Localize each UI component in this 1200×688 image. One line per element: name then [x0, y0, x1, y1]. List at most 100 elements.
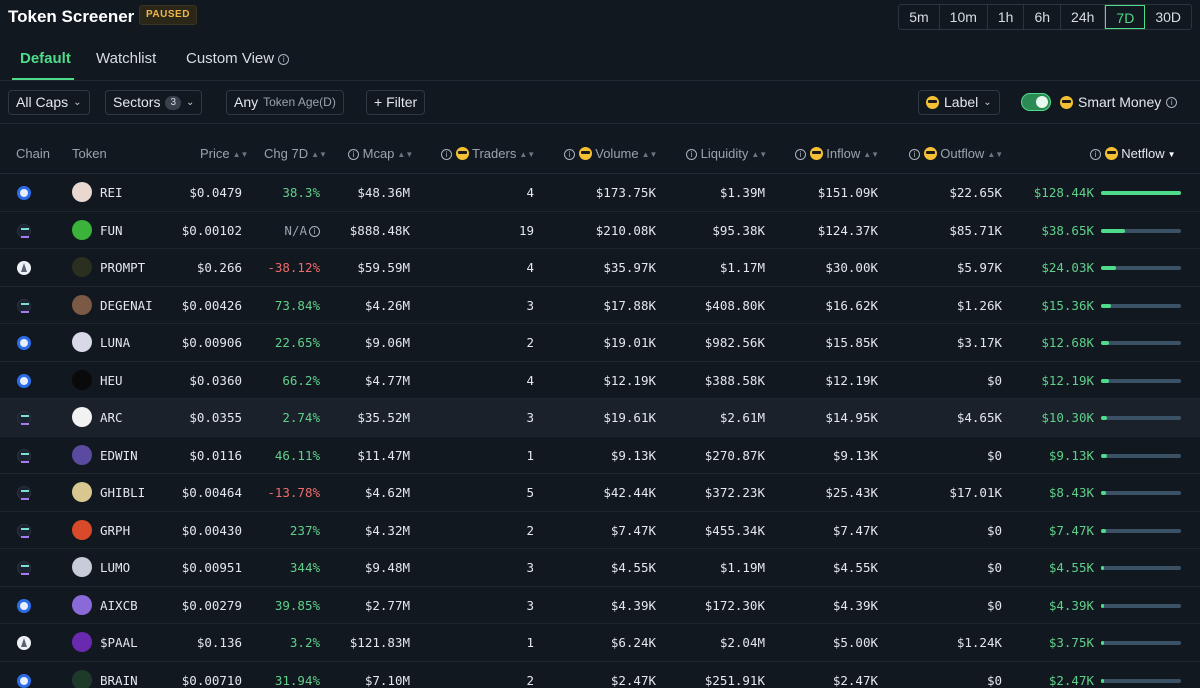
- cell-netflow-value: $10.30K: [1041, 410, 1094, 425]
- token-name[interactable]: FUN: [100, 223, 123, 238]
- cell-volume-value: $9.13K: [610, 447, 656, 463]
- token-name[interactable]: LUNA: [100, 335, 130, 350]
- netflow-bar: [1101, 266, 1181, 270]
- label-dropdown[interactable]: Label ⌄: [918, 90, 1000, 115]
- smart-money-label-group: Smart Money i: [1060, 94, 1178, 110]
- col-traders[interactable]: i Traders ▲▼: [441, 146, 535, 161]
- cell-traders: 3: [526, 598, 534, 613]
- token-name[interactable]: LUMO: [100, 560, 130, 575]
- cell-traders: 3: [526, 560, 534, 575]
- smart-money-label: Smart Money: [1078, 94, 1162, 110]
- tab-custom-view[interactable]: Custom View i: [186, 50, 290, 67]
- table-row[interactable]: GHIBLI $0.00464 -13.78% $4.62M 5 $42.44K $372.…: [0, 474, 1200, 512]
- col-netflow[interactable]: i Netflow ▼: [1090, 146, 1176, 161]
- token-name[interactable]: GHIBLI: [100, 485, 145, 500]
- table-row[interactable]: FUN $0.00102 N/A i $888.48K 19 $210.08K $95.38K…: [0, 212, 1200, 249]
- table-row[interactable]: HEU $0.0360 66.2% $4.77M 4 $12.19K $388.58K $12…: [0, 362, 1200, 399]
- info-icon[interactable]: i: [1166, 96, 1178, 108]
- token-logo-icon: [72, 632, 92, 652]
- netflow-bar-fill: [1101, 491, 1107, 495]
- tab-watchlist[interactable]: Watchlist: [96, 50, 156, 67]
- table-header: Chain Token Price ▲▼ Chg 7D ▲▼ i Mcap ▲▼ i …: [0, 124, 1200, 174]
- info-icon[interactable]: i: [309, 225, 320, 237]
- cell-chg: -38.12%: [267, 260, 320, 275]
- table-row[interactable]: LUNA $0.00906 22.65% $9.06M 2 $19.01K $982.56K…: [0, 324, 1200, 362]
- cell-chg-value: 237%: [289, 522, 320, 538]
- col-inflow[interactable]: i Inflow ▲▼: [795, 146, 879, 161]
- sort-icon: ▲▼: [751, 150, 768, 159]
- col-price[interactable]: Price ▲▼: [200, 146, 248, 161]
- cell-outflow: $1.26K: [957, 298, 1002, 313]
- cell-traders: 4: [526, 373, 534, 388]
- col-volume[interactable]: i Volume ▲▼: [564, 146, 657, 161]
- table-row[interactable]: PROMPT $0.266 -38.12% $59.59M 4 $35.97K $1.17M…: [0, 249, 1200, 287]
- cell-traders: 19: [519, 223, 534, 238]
- info-icon[interactable]: i: [686, 149, 697, 160]
- table-row[interactable]: REI $0.0479 38.3% $48.36M 4 $173.75K $1.39M $15…: [0, 174, 1200, 212]
- col-chg[interactable]: Chg 7D ▲▼: [264, 146, 327, 161]
- caps-dropdown[interactable]: All Caps ⌄: [8, 90, 90, 115]
- table-row[interactable]: GRPH $0.00430 237% $4.32M 2 $7.47K $455.34K $7.…: [0, 512, 1200, 549]
- cell-traders-value: 3: [526, 560, 534, 575]
- token-name[interactable]: PROMPT: [100, 260, 145, 275]
- timeframe-5m[interactable]: 5m: [899, 5, 940, 29]
- cell-traders: 4: [526, 185, 534, 200]
- token-name[interactable]: DEGENAI: [100, 298, 153, 313]
- token-name[interactable]: REI: [100, 185, 123, 200]
- info-icon[interactable]: i: [564, 149, 575, 160]
- timeframe-6h[interactable]: 6h: [1024, 5, 1062, 29]
- cell-price: $0.0116: [189, 448, 242, 463]
- cell-inflow: $9.13K: [833, 448, 878, 463]
- cell-traders-value: 2: [526, 335, 534, 350]
- table-row[interactable]: LUMO $0.00951 344% $9.48M 3 $4.55K $1.19M $4.55…: [0, 549, 1200, 587]
- base-chain-icon: [17, 673, 31, 688]
- table-row[interactable]: ARC $0.0355 2.74% $35.52M 3 $19.61K $2.61M $14.…: [0, 399, 1200, 437]
- token-name[interactable]: ARC: [100, 410, 123, 425]
- token-age-filter[interactable]: Any Token Age(D): [226, 90, 344, 115]
- sunglasses-icon: [1060, 95, 1073, 109]
- sort-icon: ▲▼: [519, 150, 536, 159]
- sort-icon: ▲▼: [232, 150, 249, 159]
- col-chain: Chain: [16, 146, 50, 161]
- token-name[interactable]: AIXCB: [100, 598, 138, 613]
- sectors-dropdown[interactable]: Sectors 3 ⌄: [105, 90, 203, 115]
- cell-inflow-value: $124.37K: [817, 222, 878, 238]
- token-name[interactable]: EDWIN: [100, 448, 138, 463]
- add-filter-button[interactable]: + Filter: [366, 90, 426, 115]
- token-name[interactable]: HEU: [100, 373, 123, 388]
- col-outflow-label: Outflow: [940, 146, 985, 161]
- token-name[interactable]: GRPH: [100, 523, 130, 538]
- cell-chg-value: N/A: [284, 222, 307, 238]
- info-icon[interactable]: i: [441, 149, 452, 160]
- timeframe-10m[interactable]: 10m: [940, 5, 988, 29]
- solana-chain-icon: [17, 561, 31, 575]
- table-row[interactable]: BRAIN $0.00710 31.94% $7.10M 2 $2.47K $251.91K…: [0, 662, 1200, 688]
- info-icon[interactable]: i: [909, 149, 920, 160]
- col-liquidity[interactable]: i Liquidity ▲▼: [686, 146, 767, 161]
- col-mcap[interactable]: i Mcap ▲▼: [348, 146, 413, 161]
- table-row[interactable]: EDWIN $0.0116 46.11% $11.47M 1 $9.13K $270.87K…: [0, 437, 1200, 474]
- timeframe-24h[interactable]: 24h: [1061, 5, 1106, 29]
- active-tab-indicator: [12, 78, 74, 80]
- cell-chg: 2.74%: [282, 410, 320, 425]
- timeframe-1h[interactable]: 1h: [988, 5, 1025, 29]
- info-icon[interactable]: i: [348, 149, 359, 160]
- timeframe-7d[interactable]: 7D: [1105, 5, 1146, 29]
- cell-mcap: $11.47M: [357, 448, 410, 463]
- info-icon[interactable]: i: [795, 149, 806, 160]
- info-icon[interactable]: i: [1090, 149, 1101, 160]
- info-icon[interactable]: i: [278, 54, 290, 65]
- table-row[interactable]: DEGENAI $0.00426 73.84% $4.26M 3 $17.88K $408.…: [0, 287, 1200, 324]
- token-name[interactable]: $PAAL: [100, 635, 138, 650]
- table-row[interactable]: $PAAL $0.136 3.2% $121.83M 1 $6.24K $2.04M $5.0…: [0, 624, 1200, 662]
- cell-mcap-value: $4.62M: [364, 485, 410, 500]
- smart-money-toggle[interactable]: [1021, 93, 1051, 111]
- timeframe-30d[interactable]: 30D: [1145, 5, 1191, 29]
- tab-default[interactable]: Default: [20, 50, 71, 67]
- token-name[interactable]: BRAIN: [100, 673, 138, 688]
- col-outflow[interactable]: i Outflow ▲▼: [909, 146, 1003, 161]
- cell-outflow-value: $0: [986, 672, 1002, 688]
- cell-price: $0.00102: [182, 223, 242, 238]
- cell-chg: 39.85%: [275, 598, 320, 613]
- table-row[interactable]: AIXCB $0.00279 39.85% $2.77M 3 $4.39K $172.30K…: [0, 587, 1200, 624]
